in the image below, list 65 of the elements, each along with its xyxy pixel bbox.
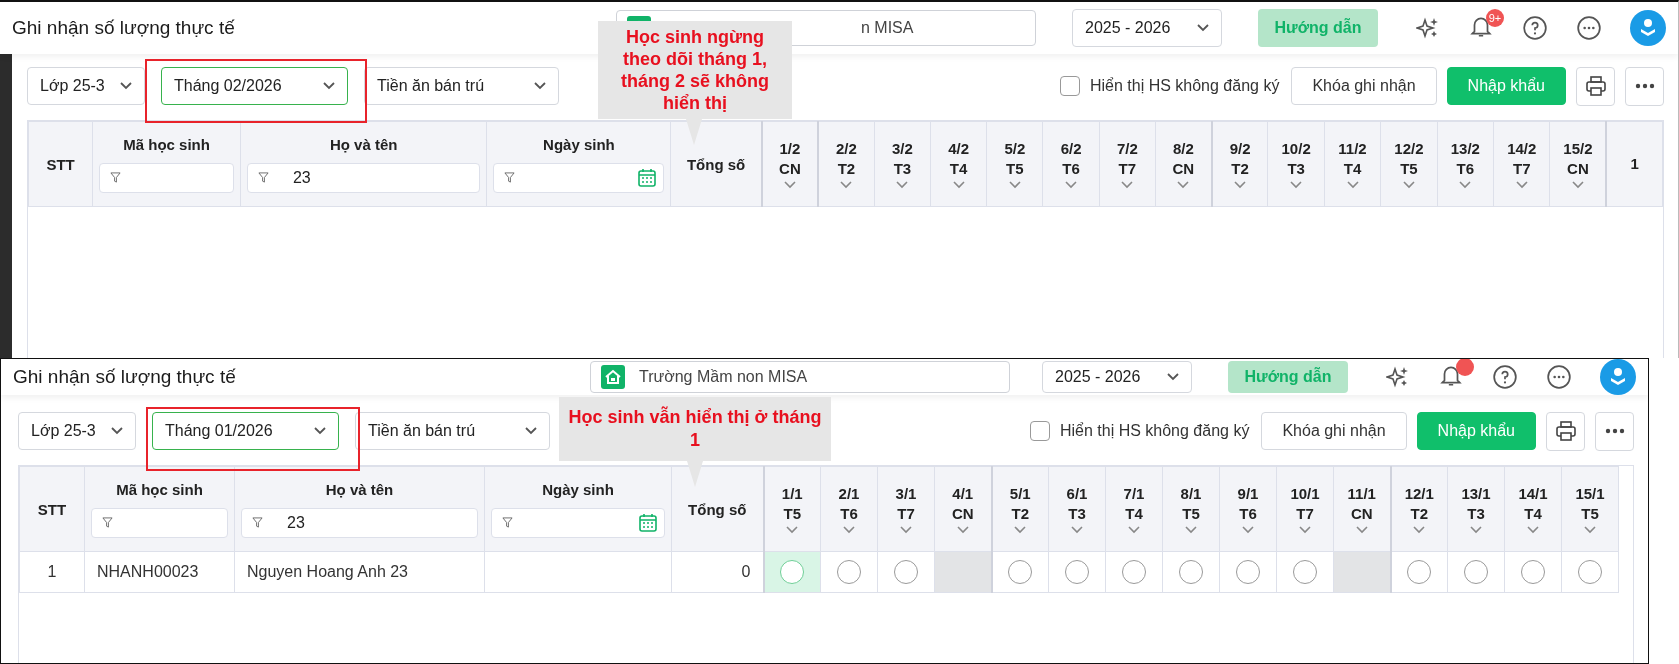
table-cell: Nguyen Hoang Anh 23 — [234, 551, 485, 593]
school-year-select[interactable]: 2025 - 2026 — [1042, 361, 1192, 393]
day-column-header[interactable]: 13/1 T3 — [1447, 466, 1505, 552]
day-column-header[interactable]: 13/2 T6 — [1437, 121, 1494, 207]
day-column-header[interactable]: 1 — [1606, 121, 1663, 207]
filter-select[interactable]: Tiền ăn bán trú — [364, 67, 559, 105]
day-column-header[interactable]: 3/1 T7 — [877, 466, 935, 552]
filter-field[interactable]: 23 — [246, 162, 481, 193]
column-header: STT — [19, 466, 85, 552]
day-column-header[interactable]: 8/1 T5 — [1162, 466, 1220, 552]
notification-badge: 9+ — [1486, 9, 1504, 27]
lock-button[interactable]: Khóa ghi nhận — [1261, 412, 1407, 450]
table-cell: 0 — [671, 551, 764, 593]
note-tooltip: Học sinh vẫn hiển thị ở tháng 1 — [559, 397, 831, 461]
day-column-header[interactable]: 14/1 T4 — [1504, 466, 1562, 552]
filter-select[interactable]: Tiền ăn bán trú — [355, 412, 550, 450]
day-column-header[interactable]: 5/1 T2 — [991, 466, 1049, 552]
day-column-header[interactable]: 4/2 T4 — [930, 121, 987, 207]
day-column-header[interactable]: 15/1 T5 — [1561, 466, 1619, 552]
page-title: Ghi nhận số lượng thực tế — [12, 17, 236, 39]
filter-select[interactable]: Tháng 02/2026 — [161, 67, 348, 105]
day-column-header[interactable]: 7/2 T7 — [1099, 121, 1156, 207]
lock-button[interactable]: Khóa ghi nhận — [1291, 67, 1437, 105]
day-column-header[interactable]: 11/1 CN — [1333, 466, 1391, 552]
day-column-header[interactable]: 10/1 T7 — [1276, 466, 1334, 552]
school-year-select[interactable]: 2025 - 2026 — [1072, 9, 1222, 47]
page-title: Ghi nhận số lượng thực tế — [13, 366, 237, 388]
filter-select[interactable]: Lớp 25-3 — [27, 67, 145, 105]
day-column-header[interactable]: 10/2 T3 — [1267, 121, 1325, 207]
checkbox-label: Hiển thị HS không đăng ký — [1059, 422, 1250, 440]
note-tooltip: Học sinh ngừng theo dõi tháng 1, tháng 2 sẽ không hiển thị — [598, 21, 792, 119]
day-column-header[interactable]: 14/2 T7 — [1493, 121, 1550, 207]
day-column-header[interactable]: 2/2 T2 — [818, 121, 875, 207]
day-column-header[interactable]: 3/2 T3 — [874, 121, 931, 207]
day-column-header[interactable]: 9/2 T2 — [1211, 121, 1268, 207]
column-header: Tổng số — [670, 121, 762, 207]
day-column-header[interactable]: 8/2 CN — [1155, 121, 1212, 207]
column-title: Họ và tên — [329, 135, 398, 153]
day-column-header[interactable]: 1/1 T5 — [763, 466, 821, 552]
column-header: Tổng số — [671, 466, 764, 552]
day-column-header[interactable]: 6/1 T3 — [1048, 466, 1106, 552]
column-title: Ngày sinh — [542, 480, 614, 498]
day-column-header[interactable]: 4/1 CN — [934, 466, 992, 552]
day-column-header[interactable]: 1/2 CN — [761, 121, 819, 207]
column-title: Họ và tên — [325, 480, 394, 498]
filter-select[interactable]: Lớp 25-3 — [18, 412, 136, 450]
day-column-header[interactable]: 9/1 T6 — [1219, 466, 1277, 552]
table-cell: NHANH00023 — [84, 551, 235, 593]
checkbox-label: Hiển thị HS không đăng ký — [1089, 77, 1280, 95]
column-title: Mã học sinh — [123, 135, 210, 153]
day-column-header[interactable]: 5/2 T5 — [986, 121, 1043, 207]
filter-field[interactable]: 23 — [241, 507, 478, 538]
school-field[interactable]: Trường Mầm non MISA — [590, 361, 1010, 393]
table-cell: 1 — [19, 551, 85, 593]
day-column-header[interactable]: 11/2 T4 — [1324, 121, 1381, 207]
day-column-header[interactable]: 12/2 T5 — [1380, 121, 1438, 207]
day-column-header[interactable]: 7/1 T4 — [1105, 466, 1163, 552]
day-column-header[interactable]: 2/1 T6 — [820, 466, 878, 552]
day-column-header[interactable]: 15/2 CN — [1549, 121, 1607, 207]
filter-select[interactable]: Tháng 01/2026 — [152, 412, 339, 450]
day-column-header[interactable]: 6/2 T6 — [1042, 121, 1100, 207]
column-title: Mã học sinh — [116, 480, 203, 498]
day-column-header[interactable]: 12/1 T2 — [1390, 466, 1448, 552]
column-header: STT — [28, 121, 93, 207]
column-title: Ngày sinh — [543, 135, 615, 153]
